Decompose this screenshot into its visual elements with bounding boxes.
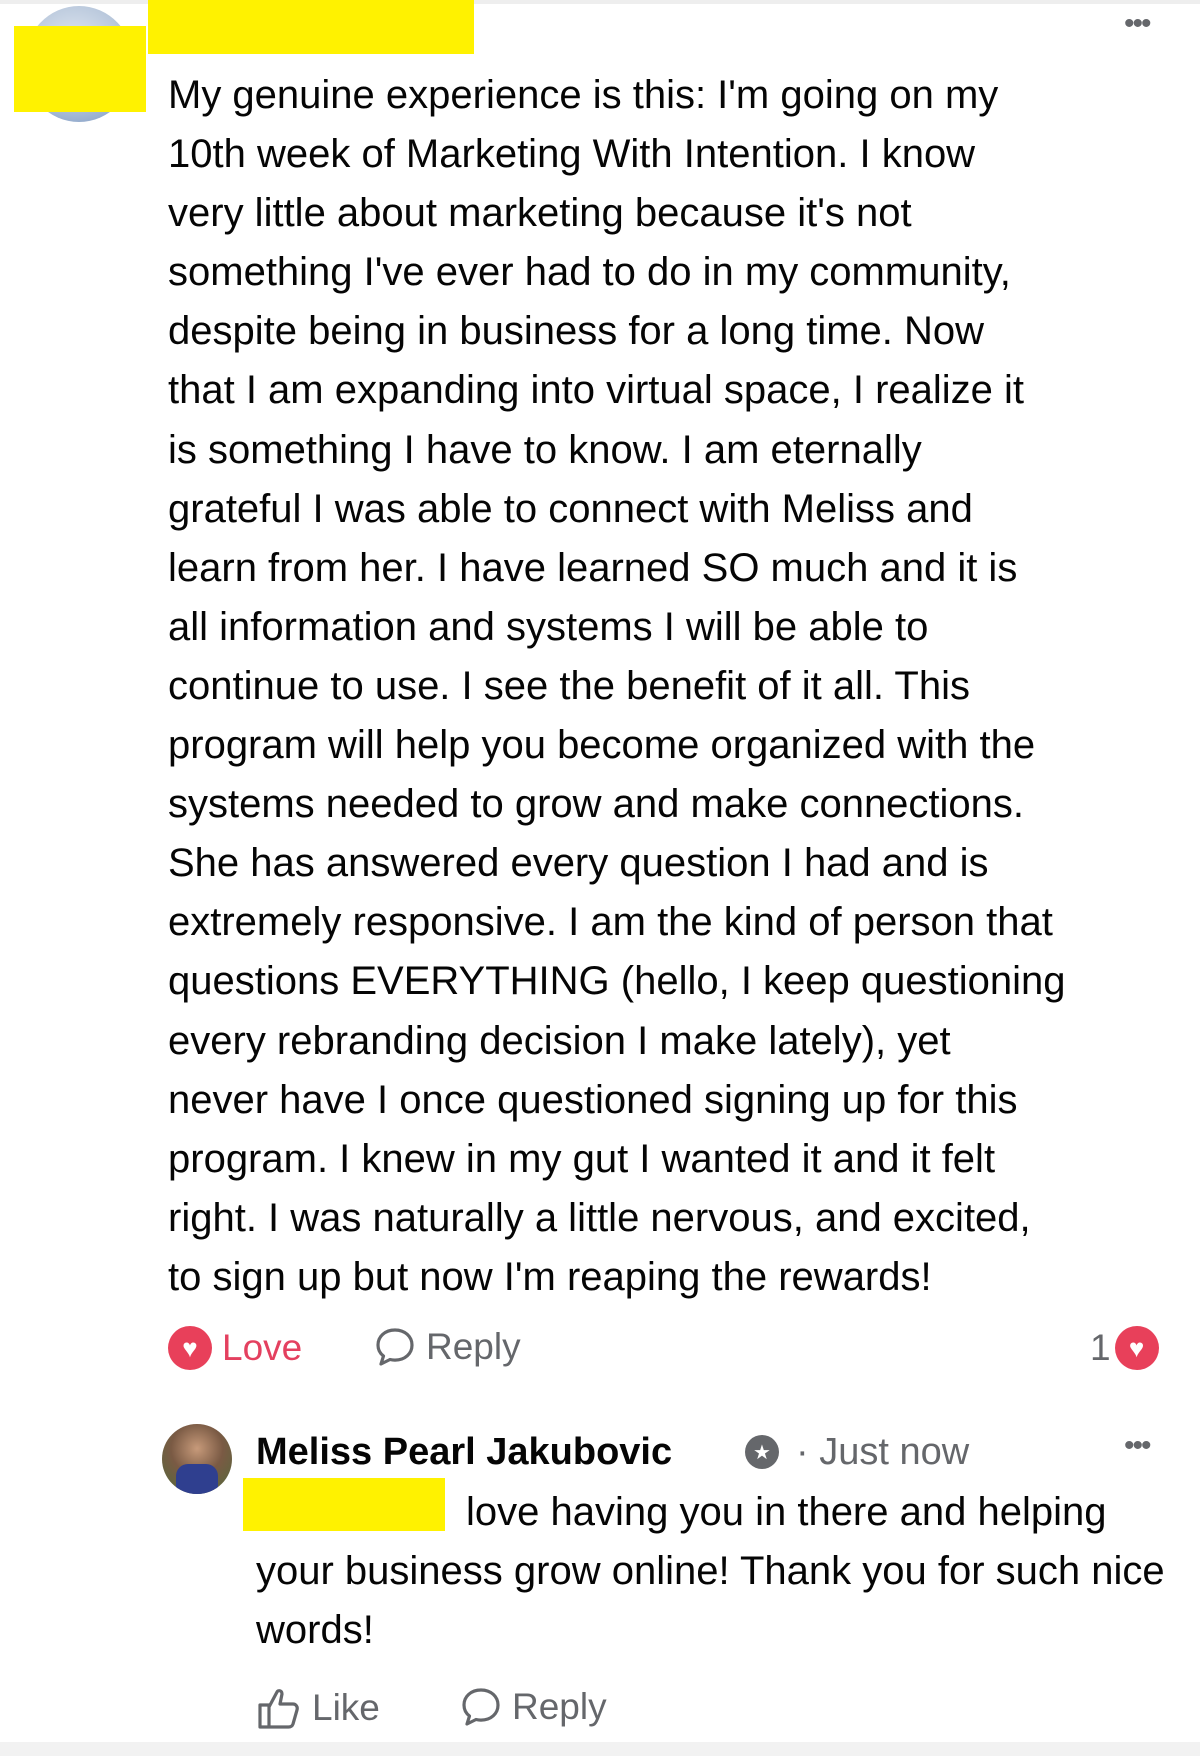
heart-icon: ♥: [1114, 1326, 1159, 1370]
comment-bubble-icon: [376, 1328, 414, 1366]
comment-more-icon[interactable]: •••: [1124, 9, 1151, 39]
thumbs-up-icon: [258, 1689, 299, 1729]
reply-label: Reply: [426, 1326, 521, 1367]
mention-redaction: [243, 1478, 445, 1531]
verified-badge-icon: ★: [745, 1435, 779, 1469]
love-label: Love: [222, 1327, 303, 1368]
comment-body: My genuine experience is this: I'm going…: [168, 73, 1066, 1299]
like-button[interactable]: Like: [256, 1686, 380, 1730]
reply-author-name[interactable]: Meliss Pearl Jakubovic: [256, 1424, 672, 1480]
comment-bubble-icon: [462, 1688, 500, 1726]
reply-reply-label: Reply: [512, 1686, 607, 1727]
reply-more-icon[interactable]: •••: [1124, 1431, 1151, 1461]
reply-button[interactable]: Reply: [374, 1326, 521, 1368]
reply-reply-button[interactable]: Reply: [460, 1686, 607, 1728]
reaction-count[interactable]: 1 ♥: [1090, 1326, 1159, 1370]
reaction-count-value: 1: [1090, 1327, 1111, 1368]
love-button[interactable]: ♥ Love: [168, 1326, 302, 1370]
heart-icon: ♥: [168, 1326, 212, 1370]
avatar-image: [176, 1464, 218, 1494]
reply-author-avatar[interactable]: [162, 1424, 232, 1494]
like-label: Like: [312, 1687, 380, 1728]
bottom-divider: [0, 1742, 1200, 1756]
commenter-name-redaction: [148, 0, 474, 54]
reply-timestamp[interactable]: · Just now: [796, 1424, 969, 1480]
avatar-redaction: [14, 26, 146, 112]
